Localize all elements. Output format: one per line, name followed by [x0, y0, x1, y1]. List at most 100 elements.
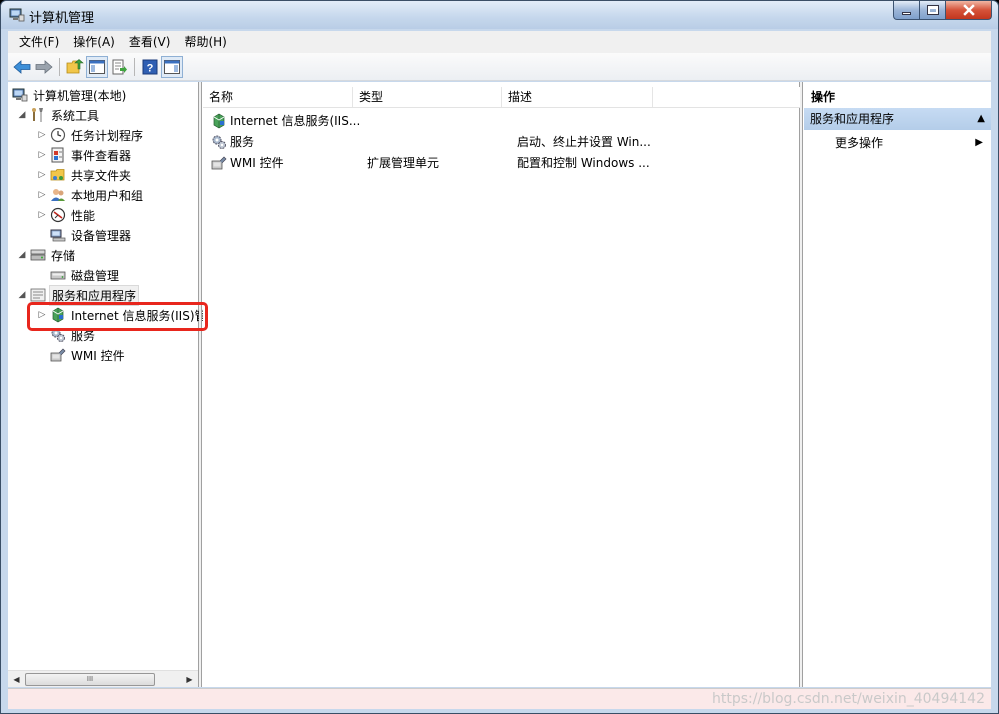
- scroll-right-icon[interactable]: ▶: [181, 671, 198, 688]
- storage-icon: [30, 247, 46, 263]
- clock-icon: [50, 127, 66, 143]
- window-controls: [893, 1, 992, 21]
- tree-item-shared-folders[interactable]: ▷ 共享文件夹: [36, 165, 133, 185]
- collapse-up-icon[interactable]: ▲: [977, 108, 985, 130]
- show-hide-action-pane-icon: [164, 59, 180, 74]
- tree-item-storage[interactable]: ◢ 存储: [16, 245, 77, 265]
- minimize-button[interactable]: [893, 1, 920, 20]
- tools-icon: [30, 107, 46, 123]
- close-button[interactable]: [946, 1, 992, 20]
- list-item[interactable]: WMI 控件 扩展管理单元 配置和控制 Windows ...: [203, 152, 800, 173]
- toolbar: ?: [8, 53, 991, 81]
- tree-item-label: 本地用户和组: [71, 188, 144, 203]
- svg-text:?: ?: [147, 62, 154, 74]
- collapsed-arrow-icon[interactable]: ▷: [36, 170, 48, 180]
- scrollbar-thumb[interactable]: III: [25, 673, 155, 686]
- up-folder-icon: [66, 58, 84, 73]
- wmi-control-icon: [211, 155, 227, 171]
- pane-splitter[interactable]: [800, 82, 803, 687]
- list-cell-description: 启动、终止并设置 Win...: [517, 135, 650, 149]
- toolbar-separator: [59, 57, 60, 76]
- maximize-button[interactable]: [920, 1, 946, 20]
- tree-item-system-tools[interactable]: ◢ 系统工具: [16, 105, 101, 125]
- device-manager-icon: [50, 227, 66, 243]
- list-item[interactable]: 服务 启动、终止并设置 Win...: [203, 131, 800, 152]
- forward-button[interactable]: [33, 56, 55, 78]
- show-hide-tree-button[interactable]: [86, 55, 108, 78]
- up-level-button[interactable]: [64, 56, 86, 78]
- show-hide-action-pane-button[interactable]: [161, 55, 183, 78]
- expanded-arrow-icon[interactable]: ◢: [16, 110, 28, 120]
- tree-item-label: 性能: [71, 208, 96, 223]
- tree-item-root[interactable]: 计算机管理(本地): [10, 85, 128, 105]
- menu-view[interactable]: 查看(V): [122, 32, 178, 52]
- users-icon: [50, 187, 66, 203]
- menu-help[interactable]: 帮助(H): [177, 32, 233, 52]
- maximize-icon: [926, 5, 939, 15]
- collapsed-arrow-icon[interactable]: ▷: [36, 150, 48, 160]
- help-icon: ?: [142, 59, 158, 74]
- help-button[interactable]: ?: [139, 56, 161, 78]
- list-cell-name: 服务: [230, 135, 255, 149]
- tree-item-disk-management[interactable]: 磁盘管理: [48, 265, 121, 285]
- actions-pane-title: 操作: [804, 87, 991, 107]
- column-header-description[interactable]: 描述: [502, 87, 653, 107]
- tree-horizontal-scrollbar[interactable]: ◀ III ▶: [8, 670, 198, 687]
- tree-item-label: 存储: [51, 248, 76, 263]
- list-item[interactable]: Internet 信息服务(IIS...: [203, 110, 800, 131]
- back-button[interactable]: [11, 56, 33, 78]
- services-apps-icon: [30, 287, 46, 303]
- menu-action[interactable]: 操作(A): [66, 32, 122, 52]
- scroll-left-icon[interactable]: ◀: [8, 671, 25, 688]
- tree-item-label: 计算机管理(本地): [33, 88, 127, 103]
- column-header-type[interactable]: 类型: [353, 87, 502, 107]
- gear-icon: [211, 134, 227, 150]
- tree-item-label: 磁盘管理: [71, 268, 120, 283]
- list-cell-description: 配置和控制 Windows ...: [517, 156, 650, 170]
- toolbar-separator: [134, 57, 135, 76]
- tree-item-label: 任务计划程序: [71, 128, 144, 143]
- show-hide-tree-icon: [89, 59, 105, 74]
- more-actions-item[interactable]: 更多操作 ▶: [804, 132, 991, 154]
- collapsed-arrow-icon[interactable]: ▷: [36, 210, 48, 220]
- event-viewer-icon: [50, 147, 66, 163]
- list-column-header: 名称 类型 描述: [203, 87, 800, 108]
- performance-icon: [50, 207, 66, 223]
- result-list-pane[interactable]: 名称 类型 描述 Internet 信息服务(IIS... 服务 启动、终止并设…: [203, 82, 800, 687]
- tree-item-label: 系统工具: [51, 108, 100, 123]
- back-icon: [13, 59, 31, 74]
- collapsed-arrow-icon[interactable]: ▷: [36, 130, 48, 140]
- close-icon: [962, 4, 975, 16]
- expanded-arrow-icon[interactable]: ◢: [16, 290, 28, 300]
- tree-item-label: 设备管理器: [71, 228, 132, 243]
- computer-management-window: 计算机管理 文件(F) 操作(A) 查看(V) 帮助(H) ? 计算机管理(本地…: [0, 0, 999, 714]
- tree-item-label: 共享文件夹: [71, 168, 132, 183]
- disk-management-icon: [50, 267, 66, 283]
- actions-section-label: 服务和应用程序: [810, 112, 895, 126]
- shared-folder-icon: [50, 167, 66, 183]
- tree-item-event-viewer[interactable]: ▷ 事件查看器: [36, 145, 133, 165]
- more-actions-label: 更多操作: [835, 136, 884, 150]
- tree-item-label: 事件查看器: [71, 148, 132, 163]
- minimize-icon: [902, 11, 911, 15]
- window-title: 计算机管理: [29, 11, 95, 26]
- console-tree-pane[interactable]: 计算机管理(本地) ◢ 系统工具 ▷ 任务计划程序 ▷ 事件查看器 ▷ 共享文件…: [8, 82, 207, 687]
- tree-item-local-users[interactable]: ▷ 本地用户和组: [36, 185, 145, 205]
- actions-section-header[interactable]: 服务和应用程序 ▲: [804, 108, 991, 130]
- actions-pane: 操作 服务和应用程序 ▲ 更多操作 ▶: [804, 82, 991, 687]
- title-bar[interactable]: 计算机管理: [1, 1, 998, 29]
- export-list-icon: [112, 59, 127, 74]
- column-header-name[interactable]: 名称: [203, 87, 353, 107]
- expanded-arrow-icon[interactable]: ◢: [16, 250, 28, 260]
- menu-file[interactable]: 文件(F): [12, 32, 66, 52]
- list-cell-type: 扩展管理单元: [367, 156, 440, 170]
- export-list-button[interactable]: [108, 56, 130, 78]
- tree-item-task-scheduler[interactable]: ▷ 任务计划程序: [36, 125, 145, 145]
- collapsed-arrow-icon[interactable]: ▷: [36, 190, 48, 200]
- tree-item-performance[interactable]: ▷ 性能: [36, 205, 97, 225]
- tree-item-device-manager[interactable]: 设备管理器: [48, 225, 133, 245]
- list-cell-name: Internet 信息服务(IIS...: [230, 114, 361, 128]
- tree-item-wmi[interactable]: WMI 控件: [48, 345, 127, 365]
- pane-splitter[interactable]: [199, 82, 202, 687]
- tree-item-label: WMI 控件: [71, 348, 125, 363]
